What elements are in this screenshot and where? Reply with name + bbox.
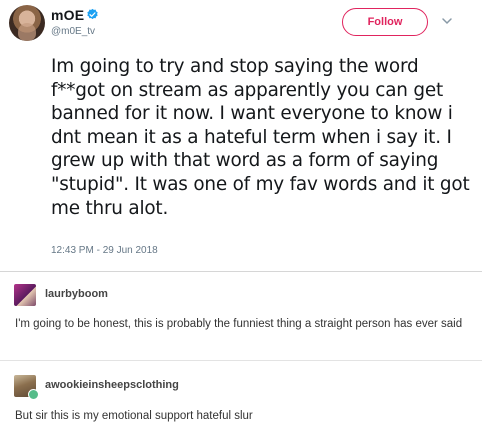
follow-button[interactable]: Follow — [342, 8, 428, 36]
reblog-badge-icon — [28, 389, 39, 400]
tweet-avatar[interactable] — [9, 5, 45, 41]
tweet-handle[interactable]: @m0E_tv — [51, 26, 95, 37]
post-body: I'm going to be honest, this is probably… — [15, 318, 463, 330]
tweet-timestamp[interactable]: 12:43 PM - 29 Jun 2018 — [51, 245, 158, 256]
tweet-text: Im going to try and stop saying the word… — [51, 56, 470, 219]
avatar[interactable] — [14, 284, 36, 306]
tweet-card: mOE @m0E_tv Follow Im going to try and s… — [0, 0, 482, 272]
chevron-down-icon[interactable] — [441, 15, 453, 27]
reblog-post: laurbyboom I'm going to be honest, this … — [0, 273, 482, 360]
reblog-post: awookieinsheepsclothing But sir this is … — [0, 361, 482, 434]
post-username[interactable]: laurbyboom — [45, 288, 108, 300]
verified-badge-icon — [87, 8, 98, 20]
tweet-display-name[interactable]: mOE — [51, 7, 84, 23]
post-body: But sir this is my emotional support hat… — [15, 410, 253, 422]
avatar-face — [18, 23, 36, 41]
post-username[interactable]: awookieinsheepsclothing — [45, 379, 179, 391]
